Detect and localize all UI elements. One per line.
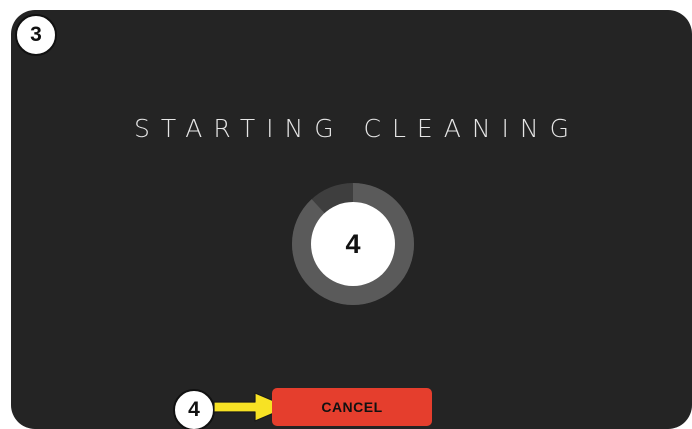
step-badge-4: 4 — [173, 389, 215, 429]
status-title: STARTING CLEANING — [134, 114, 580, 143]
countdown-number: 4 — [311, 202, 395, 286]
step-badge-3: 3 — [15, 14, 57, 56]
cancel-button[interactable]: CANCEL — [272, 388, 432, 426]
